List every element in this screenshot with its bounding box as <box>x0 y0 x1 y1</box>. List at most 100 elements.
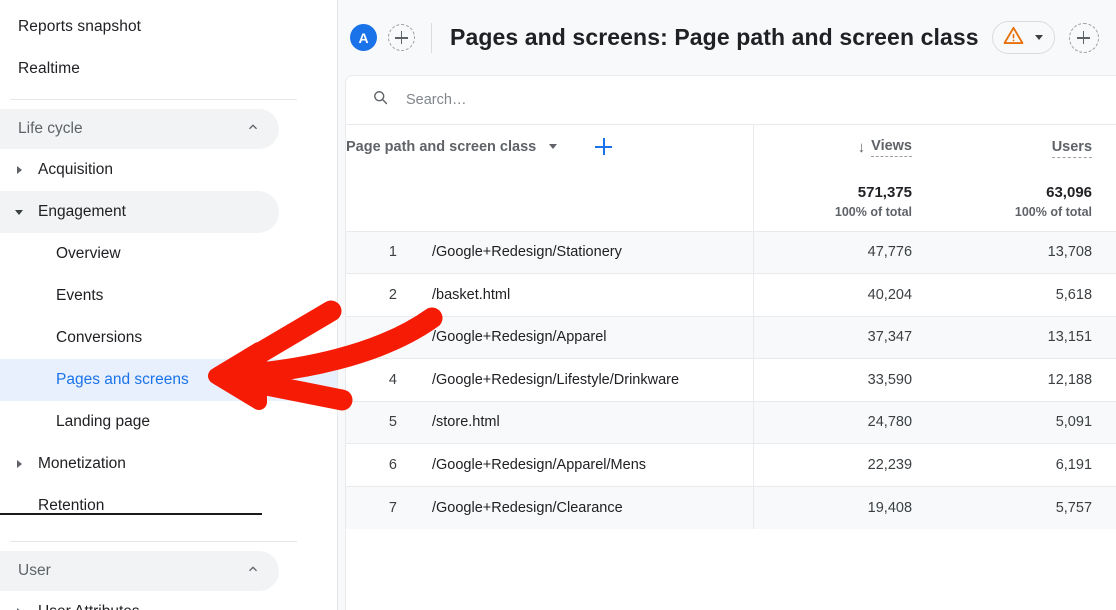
page-title: Pages and screens: Page path and screen … <box>450 24 979 51</box>
plus-circle-dashed-icon <box>1077 31 1090 44</box>
metric-label[interactable]: Views <box>871 138 912 157</box>
row-index: 1 <box>346 231 412 274</box>
black-underline-annotation <box>0 513 262 515</box>
table-row[interactable]: 6 /Google+Redesign/Apparel/Mens 22,239 6… <box>346 444 1116 487</box>
row-index: 7 <box>346 486 412 529</box>
sidebar-item-label: Conversions <box>56 329 142 347</box>
sidebar-divider <box>10 541 297 542</box>
table-row[interactable]: 2 /basket.html 40,204 5,618 <box>346 274 1116 317</box>
row-index: 4 <box>346 359 412 402</box>
sidebar-group-engagement[interactable]: Engagement <box>0 191 279 233</box>
row-users: 13,708 <box>938 231 1116 274</box>
row-page-path[interactable]: /Google+Redesign/Clearance <box>412 486 753 529</box>
row-page-path[interactable]: /store.html <box>412 401 753 444</box>
metric-total-value: 63,096 <box>1015 184 1092 201</box>
sidebar-group-label: Engagement <box>38 203 126 221</box>
row-page-path[interactable]: /basket.html <box>412 274 753 317</box>
chevron-up-icon <box>245 561 261 582</box>
report-table-card: Search… Page path and screen class <box>345 75 1116 610</box>
row-index: 3 <box>346 316 412 359</box>
topbar-divider <box>431 23 432 53</box>
sidebar-item-label: Realtime <box>0 60 80 78</box>
sidebar-divider <box>10 99 297 100</box>
table-row[interactable]: 7 /Google+Redesign/Clearance 19,408 5,75… <box>346 486 1116 529</box>
metric-total-value: 571,375 <box>835 184 912 201</box>
avatar[interactable]: A <box>350 24 377 51</box>
metric-total-views: 571,375 100% of total <box>835 184 912 219</box>
row-views: 33,590 <box>753 359 938 402</box>
metric-total-caption: 100% of total <box>1015 205 1092 219</box>
sidebar-item-realtime[interactable]: Realtime <box>0 48 279 90</box>
row-users: 5,618 <box>938 274 1116 317</box>
dimension-selector[interactable]: Page path and screen class <box>346 139 536 155</box>
warning-triangle-icon <box>1003 25 1024 51</box>
search-input[interactable]: Search… <box>406 92 466 108</box>
avatar-letter: A <box>358 30 368 46</box>
sidebar-section-label: User <box>18 562 245 580</box>
row-page-path[interactable]: /Google+Redesign/Apparel <box>412 316 753 359</box>
row-users: 5,757 <box>938 486 1116 529</box>
row-page-path[interactable]: /Google+Redesign/Stationery <box>412 231 753 274</box>
sidebar-item-label: Pages and screens <box>56 371 189 389</box>
table-row[interactable]: 3 /Google+Redesign/Apparel 37,347 13,151 <box>346 316 1116 359</box>
sidebar-item-label: Overview <box>56 245 121 263</box>
row-page-path[interactable]: /Google+Redesign/Apparel/Mens <box>412 444 753 487</box>
sidebar-item-events[interactable]: Events <box>0 275 337 317</box>
row-users: 12,188 <box>938 359 1116 402</box>
sidebar-item-landing-page[interactable]: Landing page <box>0 401 337 443</box>
triangle-down-icon <box>1035 35 1043 40</box>
analytics-report-page: Reports snapshot Realtime Life cycle Acq… <box>0 0 1116 610</box>
sidebar-section-user[interactable]: User <box>0 551 279 591</box>
metric-label[interactable]: Users <box>1052 139 1092 158</box>
row-page-path[interactable]: /Google+Redesign/Lifestyle/Drinkware <box>412 359 753 402</box>
triangle-right-icon <box>0 166 38 174</box>
metric-total-users: 63,096 100% of total <box>1015 184 1092 219</box>
metric-header-views: ↓ Views 571,375 100% of total <box>753 125 938 231</box>
table-row[interactable]: 4 /Google+Redesign/Lifestyle/Drinkware 3… <box>346 359 1116 402</box>
table-row[interactable]: 5 /store.html 24,780 5,091 <box>346 401 1116 444</box>
sidebar-item-label: Reports snapshot <box>0 18 141 36</box>
sidebar-item-label: Landing page <box>56 413 150 431</box>
chevron-up-icon <box>245 119 261 140</box>
sidebar-item-reports-snapshot[interactable]: Reports snapshot <box>0 6 279 48</box>
table-row[interactable]: 1 /Google+Redesign/Stationery 47,776 13,… <box>346 231 1116 274</box>
data-quality-warning-button[interactable] <box>992 21 1055 54</box>
row-views: 19,408 <box>753 486 938 529</box>
row-index: 5 <box>346 401 412 444</box>
sidebar-group-monetization[interactable]: Monetization <box>0 443 279 485</box>
row-views: 40,204 <box>753 274 938 317</box>
metric-total-caption: 100% of total <box>835 205 912 219</box>
report-table: Page path and screen class ↓ Views <box>346 125 1116 529</box>
search-bar[interactable]: Search… <box>346 76 1116 125</box>
sidebar-group-label: User Attributes <box>38 603 140 610</box>
sidebar-item-conversions[interactable]: Conversions <box>0 317 337 359</box>
dimension-header-cell: Page path and screen class <box>346 125 753 231</box>
sidebar-group-user-attributes[interactable]: User Attributes <box>0 591 279 610</box>
triangle-down-icon[interactable] <box>549 144 557 149</box>
add-comparison-button[interactable] <box>388 24 415 51</box>
row-views: 24,780 <box>753 401 938 444</box>
sidebar-item-retention[interactable]: Retention <box>0 485 337 527</box>
row-users: 5,091 <box>938 401 1116 444</box>
triangle-down-icon <box>0 210 38 215</box>
add-report-button[interactable] <box>1069 23 1099 53</box>
row-users: 13,151 <box>938 316 1116 359</box>
sidebar-item-pages-and-screens[interactable]: Pages and screens <box>0 359 337 401</box>
sidebar-section-life-cycle[interactable]: Life cycle <box>0 109 279 149</box>
row-views: 22,239 <box>753 444 938 487</box>
sidebar-group-label: Acquisition <box>38 161 113 179</box>
row-views: 37,347 <box>753 316 938 359</box>
sidebar-group-acquisition[interactable]: Acquisition <box>0 149 279 191</box>
add-dimension-button[interactable] <box>595 138 612 155</box>
metric-header-users: Users 63,096 100% of total <box>938 125 1116 231</box>
sidebar-item-overview[interactable]: Overview <box>0 233 337 275</box>
plus-circle-dashed-icon <box>395 31 408 44</box>
table-body: 1 /Google+Redesign/Stationery 47,776 13,… <box>346 231 1116 529</box>
sidebar-item-label: Events <box>56 287 103 305</box>
sidebar-section-label: Life cycle <box>18 120 245 138</box>
main-content-area: A Pages and screens: Page path and scree… <box>338 0 1116 610</box>
left-navigation-sidebar: Reports snapshot Realtime Life cycle Acq… <box>0 0 338 610</box>
table-header-row: Page path and screen class ↓ Views <box>346 125 1116 231</box>
row-index: 6 <box>346 444 412 487</box>
row-views: 47,776 <box>753 231 938 274</box>
